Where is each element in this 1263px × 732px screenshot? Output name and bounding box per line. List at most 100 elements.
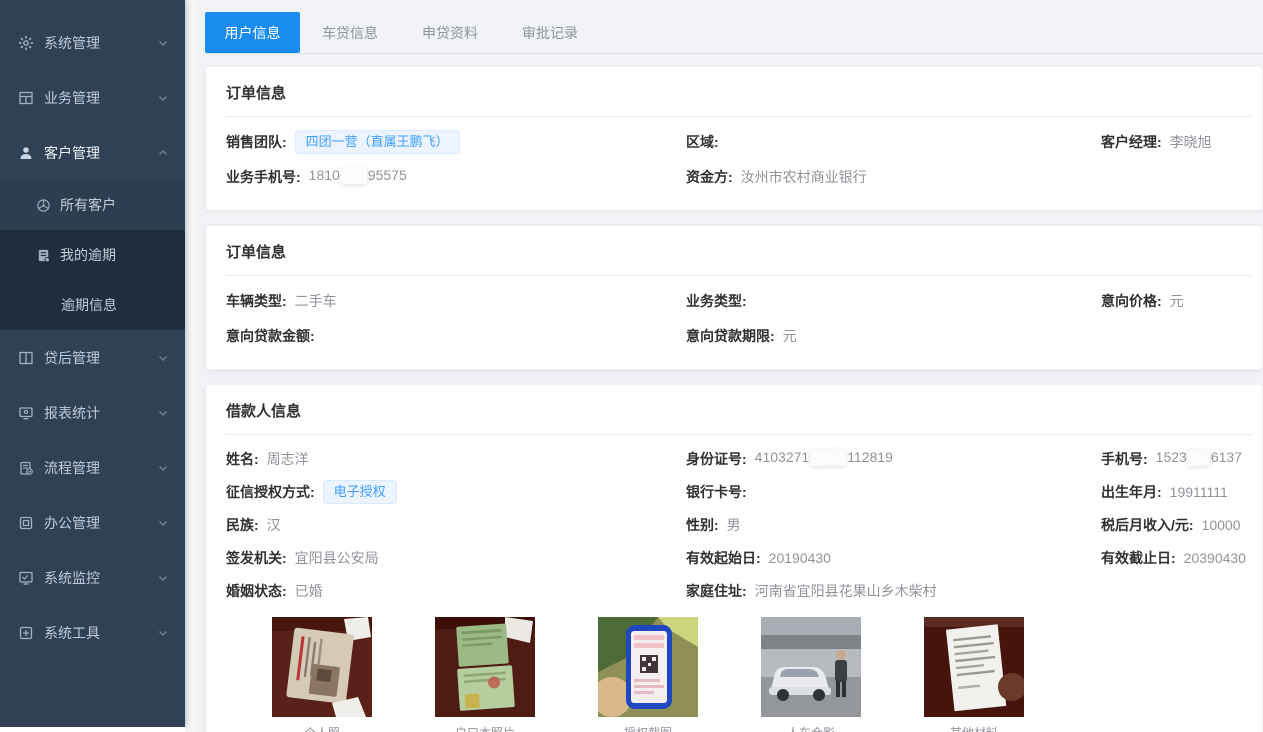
field-value: 15236137: [1156, 449, 1242, 468]
sidebar-item-overdue-info[interactable]: 逾期信息: [0, 280, 185, 330]
field-empty: [1101, 574, 1252, 607]
tab-approval-records[interactable]: 审批记录: [500, 12, 600, 53]
field-intent-loan-term: 意向贷款期限: 元: [686, 318, 1101, 353]
sidebar-item-process-management[interactable]: 流程管理: [0, 440, 185, 495]
tab-loan-application-docs[interactable]: 申贷资料: [400, 12, 500, 53]
sidebar-item-system-management[interactable]: 系统管理: [0, 15, 185, 70]
card-title: 借款人信息: [226, 400, 1252, 435]
chevron-down-icon: [157, 572, 169, 584]
sidebar-item-report-statistics[interactable]: 报表统计: [0, 385, 185, 440]
car-person-photo[interactable]: 人车合影: [761, 617, 861, 732]
chevron-up-icon: [157, 147, 169, 159]
sidebar-item-postloan-management[interactable]: 贷后管理: [0, 330, 185, 385]
field-funder: 资金方: 汝州市农村商业银行: [686, 159, 1101, 194]
sidebar-item-label: 办公管理: [44, 513, 100, 533]
sidebar-item-label: 系统监控: [44, 568, 100, 588]
chevron-down-icon: [157, 92, 169, 104]
field-label: 资金方:: [686, 167, 733, 187]
photo-label: 户口本照片: [435, 724, 535, 732]
field-label: 家庭住址:: [686, 581, 747, 601]
field-sales-team: 销售团队: 四团一营（直属王鹏飞）: [226, 124, 686, 159]
field-label: 销售团队:: [226, 132, 287, 152]
sidebar-item-label: 贷后管理: [44, 348, 100, 368]
field-label: 征信授权方式:: [226, 482, 315, 502]
card-title: 订单信息: [226, 241, 1252, 276]
field-value: 19911111: [1170, 484, 1228, 500]
report-icon: [18, 405, 34, 421]
field-bank-card: 银行卡号:: [686, 475, 1101, 508]
field-grid: 姓名: 周志洋 身份证号: 4103271112819 手机号: 1523613…: [226, 442, 1252, 607]
sidebar: 系统管理 业务管理 客户管理 所有客户 我的逾期: [0, 0, 185, 727]
sales-team-tag: 四团一营（直属王鹏飞）: [295, 130, 460, 154]
field-label: 银行卡号:: [686, 482, 747, 502]
other-document-photo[interactable]: 其他材料: [924, 617, 1024, 732]
borrower-info-card: 借款人信息 姓名: 周志洋 身份证号: 4103271112819 手机号: 1…: [205, 384, 1263, 732]
field-value: 20190430: [769, 550, 831, 566]
chevron-down-icon: [157, 352, 169, 364]
photo-label: 其他材料: [924, 724, 1024, 732]
field-label: 性别:: [686, 515, 719, 535]
field-value: 二手车: [295, 291, 337, 311]
field-home-address: 家庭住址: 河南省宜阳县花果山乡木柴村: [686, 574, 1101, 607]
field-label: 区域:: [686, 132, 719, 152]
field-empty: [1101, 159, 1252, 194]
sidebar-item-customer-management[interactable]: 客户管理: [0, 125, 185, 180]
sidebar-item-office-management[interactable]: 办公管理: [0, 495, 185, 550]
sidebar-nav: 系统管理 业务管理 客户管理 所有客户 我的逾期: [0, 0, 185, 660]
user-icon: [18, 145, 34, 161]
field-issuing-authority: 签发机关: 宜阳县公安局: [226, 541, 686, 574]
sidebar-item-my-overdue[interactable]: 我的逾期: [0, 230, 185, 280]
field-credit-auth: 征信授权方式: 电子授权: [226, 475, 686, 508]
household-register-photo[interactable]: 户口本照片: [435, 617, 535, 732]
sidebar-item-system-tools[interactable]: 系统工具: [0, 605, 185, 660]
field-value: 汝州市农村商业银行: [741, 167, 867, 187]
field-income: 税后月收入/元: 10000: [1101, 508, 1252, 541]
sidebar-item-system-monitor[interactable]: 系统监控: [0, 550, 185, 605]
sidebar-item-all-customers[interactable]: 所有客户: [0, 180, 185, 230]
redaction-blur: [341, 167, 368, 185]
field-label: 车辆类型:: [226, 291, 287, 311]
sidebar-item-label: 所有客户: [60, 195, 116, 215]
chevron-down-icon: [157, 462, 169, 474]
field-label: 意向贷款期限:: [686, 326, 775, 346]
overdue-icon: [36, 248, 51, 263]
photo-label: 人车合影: [761, 724, 861, 732]
sidebar-item-label: 客户管理: [44, 143, 100, 163]
tools-icon: [18, 625, 34, 641]
field-vehicle-type: 车辆类型: 二手车: [226, 283, 686, 318]
field-label: 业务手机号:: [226, 167, 301, 187]
book-icon: [18, 350, 34, 366]
field-value: 男: [727, 515, 741, 535]
id-card-photo[interactable]: 个人照: [272, 617, 372, 732]
sidebar-item-label: 系统工具: [44, 623, 100, 643]
field-value: 10000: [1202, 517, 1241, 533]
clients-icon: [36, 198, 51, 213]
card-title: 订单信息: [226, 82, 1252, 117]
field-business-phone: 业务手机号: 181095575: [226, 159, 686, 194]
field-label: 手机号:: [1101, 449, 1148, 469]
field-customer-manager: 客户经理: 李晓旭: [1101, 124, 1252, 159]
field-id-number: 身份证号: 4103271112819: [686, 442, 1101, 475]
field-intent-loan-amount: 意向贷款金额:: [226, 318, 686, 353]
sidebar-item-business-management[interactable]: 业务管理: [0, 70, 185, 125]
field-label: 身份证号:: [686, 449, 747, 469]
redaction-blur: [1188, 449, 1211, 467]
field-label: 有效起始日:: [686, 548, 761, 568]
grid-icon: [18, 90, 34, 106]
field-label: 出生年月:: [1101, 482, 1162, 502]
field-label: 姓名:: [226, 449, 259, 469]
field-label: 业务类型:: [686, 291, 747, 311]
field-grid: 销售团队: 四团一营（直属王鹏飞） 区域: 客户经理: 李晓旭 业务手机号: 1…: [226, 124, 1252, 194]
field-label: 有效截止日:: [1101, 548, 1176, 568]
borrower-photos: 个人照 户口本照片 授权截图 人车合影 其他材料: [226, 617, 1252, 732]
field-mobile: 手机号: 15236137: [1101, 442, 1252, 475]
field-value: 元: [783, 326, 797, 346]
tab-car-loan-info[interactable]: 车贷信息: [300, 12, 400, 53]
field-marital-status: 婚姻状态: 已婚: [226, 574, 686, 607]
field-grid: 车辆类型: 二手车 业务类型: 意向价格: 元 意向贷款金额: 意向贷款期限:: [226, 283, 1252, 353]
detail-tabbar: 用户信息 车贷信息 申贷资料 审批记录: [205, 12, 1263, 54]
auth-qr-photo[interactable]: 授权截图: [598, 617, 698, 732]
credit-auth-tag: 电子授权: [323, 480, 397, 504]
tab-user-info[interactable]: 用户信息: [205, 12, 300, 53]
field-valid-to: 有效截止日: 20390430: [1101, 541, 1252, 574]
